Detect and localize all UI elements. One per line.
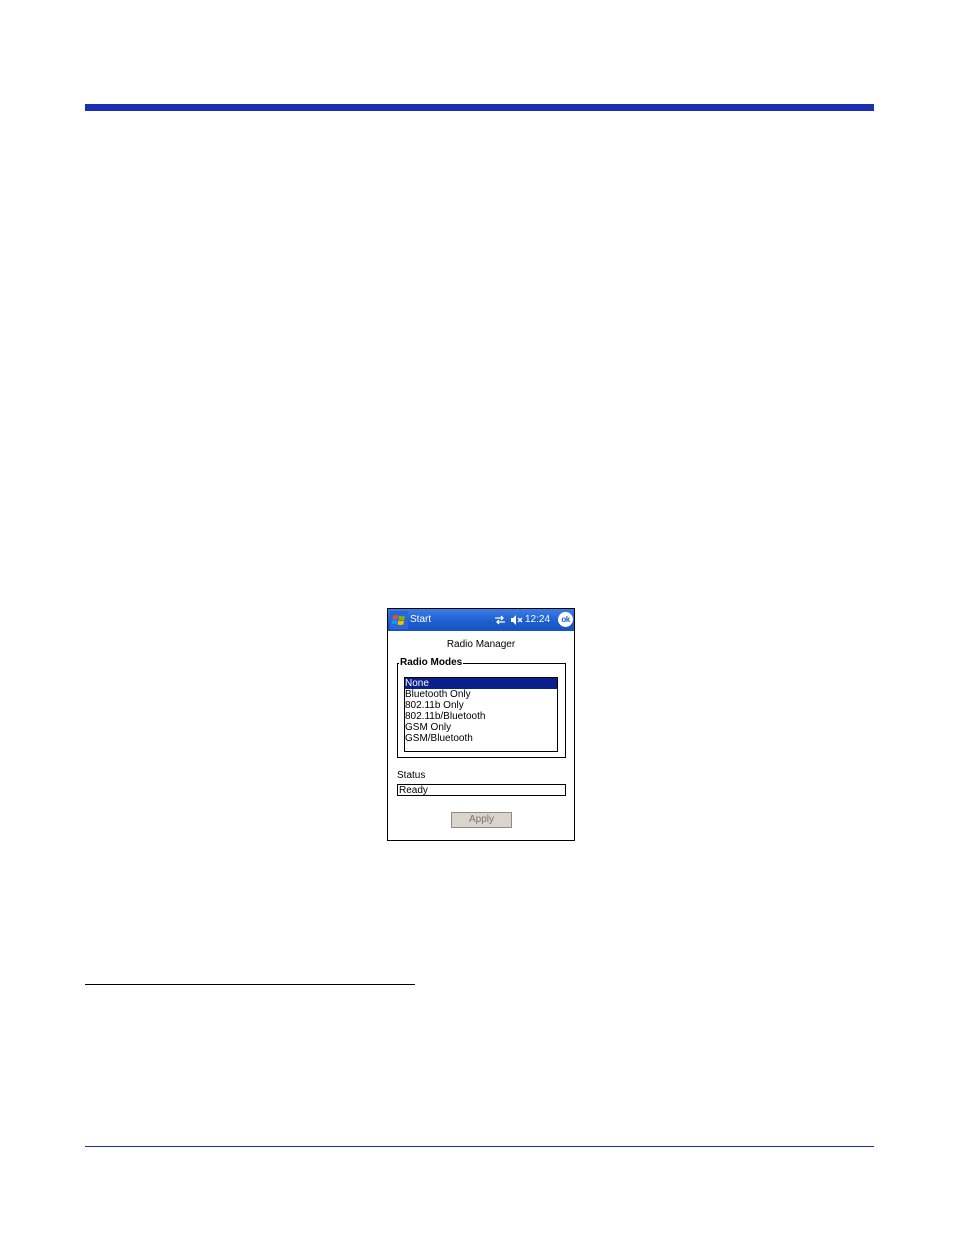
pocket-pc-screen: Start 12:24 ok Radio Manager Radio Modes… [387,608,575,841]
list-item[interactable]: 802.11b Only [405,700,557,711]
list-item[interactable]: GSM/Bluetooth [405,733,557,744]
windows-flag-icon[interactable] [390,611,408,629]
status-field: Ready [397,784,566,796]
connectivity-icon[interactable] [494,614,506,626]
clock[interactable]: 12:24 [525,614,550,625]
list-item[interactable]: None [405,678,557,689]
taskbar: Start 12:24 ok [388,609,574,631]
volume-muted-icon[interactable] [510,614,523,626]
list-item[interactable]: 802.11b/Bluetooth [405,711,557,722]
radio-modes-listbox[interactable]: None Bluetooth Only 802.11b Only 802.11b… [404,677,558,752]
footer-rule [85,1146,874,1147]
apply-button[interactable]: Apply [451,812,512,828]
list-item[interactable]: GSM Only [405,722,557,733]
app-title: Radio Manager [446,639,516,650]
header-rule [85,104,874,111]
footnote-rule [85,984,415,985]
radio-modes-label: Radio Modes [399,657,464,669]
ok-button[interactable]: ok [558,612,573,627]
status-label: Status [397,770,426,781]
list-item[interactable]: Bluetooth Only [405,689,557,700]
start-menu-label[interactable]: Start [410,614,431,625]
